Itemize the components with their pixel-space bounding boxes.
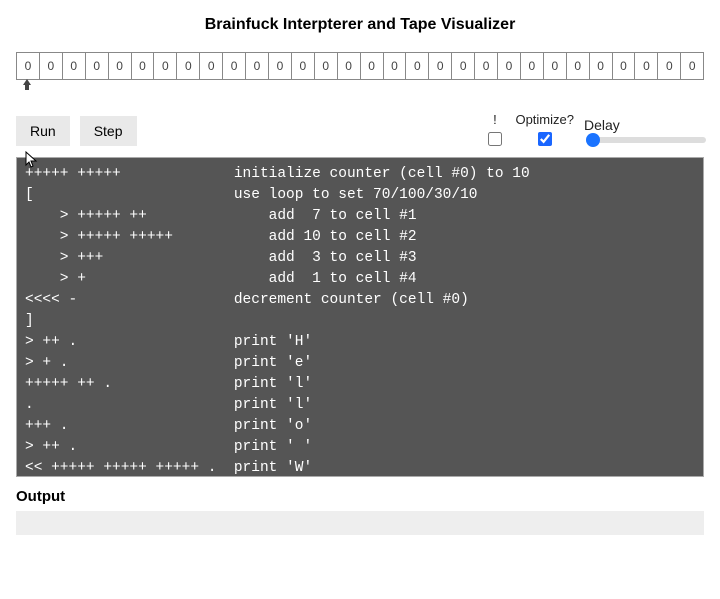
- delay-option: Delay: [584, 117, 704, 145]
- tape-cell: 0: [544, 53, 567, 79]
- tape-cell: 0: [567, 53, 590, 79]
- controls-bar: Run Step ! Optimize? Delay: [16, 112, 704, 149]
- tape-cell: 0: [361, 53, 384, 79]
- step-button[interactable]: Step: [80, 116, 137, 146]
- tape-cell: 0: [132, 53, 155, 79]
- tape: 000000000000000000000000000000: [16, 52, 704, 80]
- tape-cell: 0: [658, 53, 681, 79]
- optimize-label: Optimize?: [515, 112, 574, 127]
- tape-cell: 0: [429, 53, 452, 79]
- tape-cell: 0: [475, 53, 498, 79]
- output-heading: Output: [16, 488, 704, 505]
- break-checkbox[interactable]: [488, 132, 502, 146]
- tape-cell: 0: [86, 53, 109, 79]
- tape-pointer-row: [16, 80, 704, 94]
- run-button[interactable]: Run: [16, 116, 70, 146]
- break-label: !: [493, 112, 497, 127]
- tape-cell: 0: [292, 53, 315, 79]
- optimize-checkbox[interactable]: [538, 132, 552, 146]
- tape-cell: 0: [40, 53, 63, 79]
- tape-cell: 0: [154, 53, 177, 79]
- output-box: [16, 511, 704, 535]
- break-option: !: [484, 112, 505, 149]
- tape-cell: 0: [498, 53, 521, 79]
- tape-cell: 0: [17, 53, 40, 79]
- delay-slider[interactable]: [586, 137, 706, 143]
- tape-cell: 0: [63, 53, 86, 79]
- tape-cell: 0: [315, 53, 338, 79]
- optimize-option: Optimize?: [515, 112, 574, 149]
- tape-cell: 0: [452, 53, 475, 79]
- tape-cell: 0: [384, 53, 407, 79]
- tape-cell: 0: [109, 53, 132, 79]
- tape-cell: 0: [269, 53, 292, 79]
- tape-cell: 0: [200, 53, 223, 79]
- tape-cell: 0: [177, 53, 200, 79]
- page-title: Brainfuck Interpterer and Tape Visualize…: [16, 16, 704, 34]
- tape-cell: 0: [406, 53, 429, 79]
- tape-cell: 0: [590, 53, 613, 79]
- tape-cell: 0: [613, 53, 636, 79]
- tape-cell: 0: [681, 53, 703, 79]
- delay-label: Delay: [584, 117, 704, 133]
- tape-cell: 0: [246, 53, 269, 79]
- tape-cell: 0: [521, 53, 544, 79]
- tape-cell: 0: [635, 53, 658, 79]
- tape-cell: 0: [223, 53, 246, 79]
- code-editor[interactable]: [16, 157, 704, 477]
- tape-cell: 0: [338, 53, 361, 79]
